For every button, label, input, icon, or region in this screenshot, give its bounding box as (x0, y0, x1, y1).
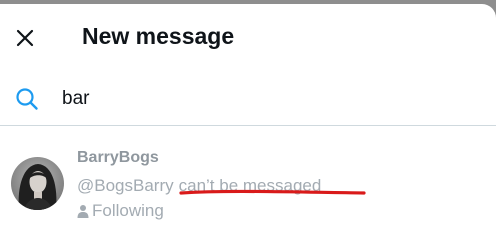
search-bar[interactable] (0, 76, 496, 124)
search-input[interactable] (56, 82, 488, 116)
result-name: BarryBogs (77, 149, 159, 166)
divider (0, 125, 496, 126)
dialog-header: New message (0, 4, 496, 68)
search-icon (16, 88, 38, 110)
avatar (11, 157, 64, 210)
close-button[interactable] (9, 22, 41, 54)
following-label: Following (92, 201, 164, 220)
result-status: can’t be messaged (178, 176, 322, 195)
close-icon (16, 29, 34, 47)
person-icon (77, 205, 89, 218)
search-result-item[interactable]: BarryBogs @BogsBarry can’t be messaged Fo… (0, 144, 496, 234)
following-badge: Following (77, 201, 164, 221)
result-handle: @BogsBarry (77, 176, 174, 195)
dialog-backdrop: New message bar BarryBogs @BogsBarry can… (0, 0, 496, 241)
result-handle-line: @BogsBarry can’t be messaged (77, 176, 326, 196)
dialog-title: New message (82, 23, 235, 49)
new-message-dialog: New message bar BarryBogs @BogsBarry can… (0, 4, 496, 241)
